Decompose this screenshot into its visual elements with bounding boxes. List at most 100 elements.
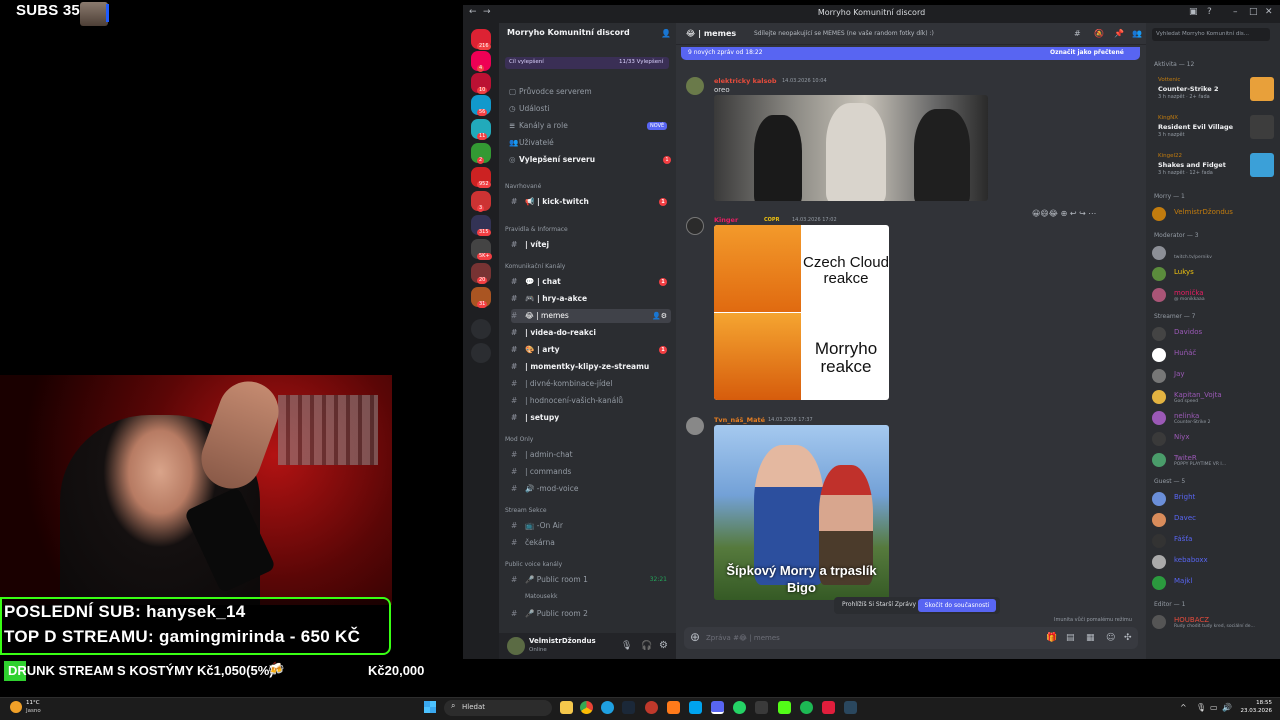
channel-item[interactable]: # | videa-do-reakci — [511, 326, 671, 340]
settings-icon[interactable]: ⚙ — [659, 640, 668, 651]
start-icon[interactable] — [424, 701, 436, 713]
sticker-icon[interactable]: ▦ — [1086, 633, 1095, 643]
channel-item[interactable]: # | commands — [511, 465, 671, 479]
sidebar-nav-0[interactable]: ▢ Průvodce serverem — [509, 87, 592, 96]
weather-icon[interactable] — [10, 701, 22, 713]
guild-name[interactable]: Morryho Komunitní discord — [507, 28, 630, 37]
spotify-icon[interactable] — [800, 701, 813, 714]
member-row[interactable]: Kapitan_Vojta God speed — [1152, 388, 1276, 406]
activity-card[interactable]: Kingel22 Shakes and Fidget 3 h nazpět · 12… — [1152, 151, 1276, 179]
steam-icon[interactable] — [844, 701, 857, 714]
user-avatar[interactable] — [507, 637, 525, 655]
user-name[interactable]: VelmistrDžondus — [529, 637, 596, 645]
member-row[interactable]: Fášťa — [1152, 532, 1276, 550]
inbox-icon[interactable]: ▣ — [1189, 7, 1198, 17]
member-row[interactable]: Bright — [1152, 490, 1276, 508]
author-avatar[interactable] — [686, 417, 704, 435]
app-icon[interactable] — [689, 701, 702, 714]
file-explorer-icon[interactable] — [560, 701, 573, 714]
channel-item[interactable]: # 📢 | kick-twitch 1 — [511, 195, 671, 209]
channel-item[interactable]: # 🎤 Public room 2 — [511, 607, 671, 621]
channel-topic[interactable]: Sdílejte neopakující se MEMES (ne vaše r… — [754, 30, 934, 37]
channel-item[interactable]: # | vítej — [511, 238, 671, 252]
apps-icon[interactable]: ✣ — [1124, 633, 1132, 643]
chevron-up-icon[interactable]: ^ — [1180, 703, 1187, 712]
message-image-photo[interactable] — [714, 95, 988, 201]
channel-item[interactable]: # 🔊 -mod-voice — [511, 482, 671, 496]
channel-item[interactable]: # | momentky-klipy-ze-streamu — [511, 360, 671, 374]
microphone-icon[interactable]: 🎙 — [621, 641, 632, 651]
channel-item[interactable]: # 🎮 | hry-a-akce — [511, 292, 671, 306]
channel-settings-icon[interactable]: 👤⚙ — [652, 309, 667, 323]
member-row[interactable]: Lukys — [1152, 265, 1276, 283]
member-row[interactable]: TwiteR POPPY PLAYTIME VR I... — [1152, 451, 1276, 469]
reaction-bar[interactable]: 😀😄😂 ⊕ ↩ ↪ ⋯ — [1032, 209, 1096, 218]
channel-item[interactable]: # | admin-chat — [511, 448, 671, 462]
member-row[interactable]: Jay — [1152, 367, 1276, 385]
close-icon[interactable]: ✕ — [1265, 7, 1273, 17]
opera-gx-icon[interactable] — [645, 701, 658, 714]
member-row[interactable]: Niyx — [1152, 430, 1276, 448]
channel-item[interactable]: Matousekk — [525, 590, 671, 604]
app-icon[interactable] — [667, 701, 680, 714]
mark-read-button[interactable]: Označit jako přečtené — [1050, 49, 1124, 56]
server-search-input[interactable]: Vyhledat Morryho Komunitní dis... — [1152, 28, 1270, 41]
member-row[interactable]: twitch.tv/pernikv — [1152, 244, 1276, 262]
message-author[interactable]: Kinger — [714, 216, 738, 224]
channel-category[interactable]: Navrhované — [505, 183, 541, 190]
gif-icon[interactable]: ▤ — [1066, 633, 1075, 643]
emoji-icon[interactable]: ☺ — [1106, 633, 1115, 643]
activity-card[interactable]: KingNX Resident Evil Village 3 h nazpět — [1152, 113, 1276, 141]
channel-item[interactable]: # 🎤 Public room 1 32:21 — [511, 573, 671, 587]
jump-to-present-button[interactable]: Skočit do současnosti — [918, 599, 996, 612]
member-row[interactable]: Davidos — [1152, 325, 1276, 343]
message-author[interactable]: Tvn_náš_Maté — [714, 416, 765, 424]
maximize-icon[interactable]: □ — [1249, 7, 1258, 17]
member-list-icon[interactable]: 👥 — [1132, 29, 1142, 38]
message-author[interactable]: elektricky kalsob — [714, 77, 777, 85]
weather-temp[interactable]: 11°C — [26, 700, 40, 706]
member-row[interactable]: kebaboxx — [1152, 553, 1276, 571]
minimize-icon[interactable]: – — [1233, 7, 1238, 17]
channel-category[interactable]: Public voice kanály — [505, 561, 562, 568]
pin-icon[interactable]: 📌 — [1114, 29, 1124, 38]
taskbar-search[interactable]: Hledat — [444, 700, 552, 716]
notification-bell-icon[interactable]: 🔕 — [1094, 29, 1104, 38]
channel-item[interactable]: # 🎨 | arty 1 — [511, 343, 671, 357]
wifi-icon[interactable]: ▭ — [1210, 703, 1218, 712]
add-member-icon[interactable]: 👤 — [661, 29, 671, 38]
channel-category[interactable]: Mod Only — [505, 436, 533, 443]
channel-category[interactable]: Pravidla & Informace — [505, 226, 568, 233]
channel-item[interactable]: # 📺 -On Air — [511, 519, 671, 533]
channel-category[interactable]: Stream Sekce — [505, 507, 547, 514]
sidebar-nav-3[interactable]: 👥Uživatelé — [509, 138, 554, 147]
member-row[interactable]: Huňáč — [1152, 346, 1276, 364]
steam-icon[interactable] — [622, 701, 635, 714]
channel-item[interactable]: # 😂 | memes 👤⚙ — [511, 309, 671, 323]
weather-desc[interactable]: Jasno — [26, 708, 41, 714]
activity-card[interactable]: Vottenic Counter-Strike 23 h nazpět · 2+ … — [1152, 75, 1276, 103]
message-image-snow-white-meme[interactable]: Šípkový Morry a trpaslík Bigo — [714, 425, 889, 600]
channel-item[interactable]: # | setupy — [511, 411, 671, 425]
whatsapp-icon[interactable] — [733, 701, 746, 714]
author-avatar[interactable] — [686, 217, 704, 235]
channel-item[interactable]: # čekárna — [511, 536, 671, 550]
add-server-icon[interactable] — [471, 319, 491, 339]
member-row[interactable]: VelmistrDžondus — [1152, 205, 1276, 223]
sidebar-nav-4[interactable]: ◎ Vylepšení serveru — [509, 155, 595, 164]
app-icon[interactable] — [822, 701, 835, 714]
channel-category[interactable]: Komunikační Kanály — [505, 263, 565, 270]
chrome-icon[interactable] — [580, 701, 593, 714]
mic-icon[interactable]: 🎙 — [1196, 703, 1206, 712]
sidebar-nav-2[interactable]: ≡ Kanály a role — [509, 121, 568, 130]
attach-plus-icon[interactable]: ⊕ — [690, 630, 700, 644]
app-icon[interactable] — [755, 701, 768, 714]
explore-icon[interactable] — [471, 343, 491, 363]
member-row[interactable]: Davec — [1152, 511, 1276, 529]
member-row[interactable]: Majkl — [1152, 574, 1276, 592]
sidebar-nav-1[interactable]: ◷ Události — [509, 104, 549, 113]
discord-taskbar-icon[interactable] — [711, 701, 724, 714]
channel-item[interactable]: # | hodnocení-vašich-kanálů — [511, 394, 671, 408]
channel-item[interactable]: # | divné-kombinace-jídel — [511, 377, 671, 391]
composer-placeholder[interactable]: Zpráva #😂 | memes — [706, 634, 780, 642]
